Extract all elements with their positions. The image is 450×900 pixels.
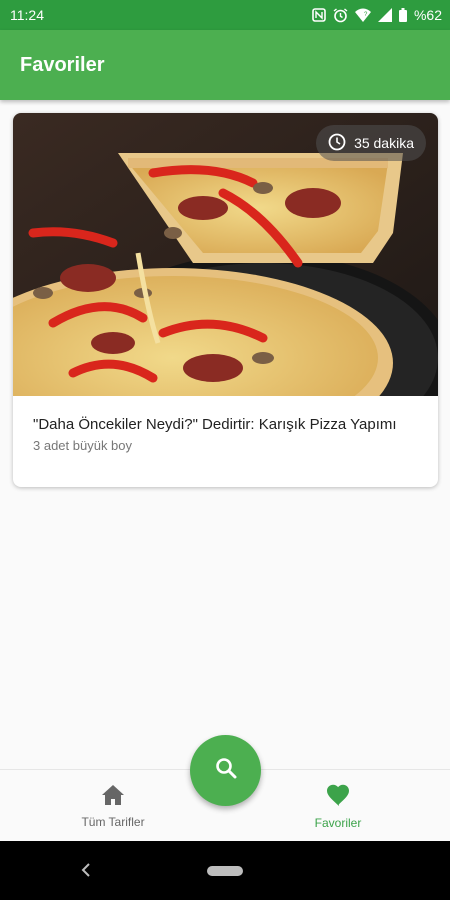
- status-bar: 11:24 ? %62: [0, 0, 450, 30]
- wifi-icon: ?: [354, 8, 371, 22]
- duration-chip: 35 dakika: [316, 125, 426, 161]
- signal-icon: [377, 8, 392, 22]
- status-icons: ? %62: [312, 7, 442, 23]
- page-title: Favoriler: [20, 53, 105, 76]
- clock-icon: [328, 133, 346, 154]
- pizza-image: 35 dakika: [13, 113, 438, 473]
- duration-label: 35 dakika: [354, 135, 414, 151]
- battery-percent: %62: [413, 7, 442, 23]
- alarm-icon: [333, 7, 348, 23]
- app-bar: Favoriler: [0, 30, 450, 100]
- search-fab-button[interactable]: [190, 735, 261, 806]
- status-time: 11:24: [10, 7, 44, 23]
- back-icon[interactable]: [80, 861, 92, 884]
- recipe-subtitle: 3 adet büyük boy: [33, 438, 133, 453]
- home-icon: [101, 784, 125, 809]
- nav-item-all-recipes[interactable]: Tüm Tarifler: [38, 784, 188, 829]
- nav-item-favorites[interactable]: Favoriler: [263, 784, 413, 830]
- nav-label-all-recipes: Tüm Tarifler: [81, 815, 145, 829]
- battery-icon: [398, 8, 407, 22]
- search-icon: [214, 756, 238, 785]
- recipe-card[interactable]: 35 dakika "Daha Öncekiler Neydi?" Dedirt…: [13, 113, 438, 487]
- nfc-icon: [312, 8, 326, 22]
- card-body: "Daha Öncekiler Neydi?" Dedirtir: Karışı…: [33, 415, 422, 453]
- nav-label-favorites: Favoriler: [314, 816, 362, 830]
- recipe-title: "Daha Öncekiler Neydi?" Dedirtir: Karışı…: [33, 416, 397, 433]
- heart-icon: [325, 784, 351, 810]
- home-pill-button[interactable]: [207, 866, 243, 876]
- system-nav-bar: [0, 841, 450, 900]
